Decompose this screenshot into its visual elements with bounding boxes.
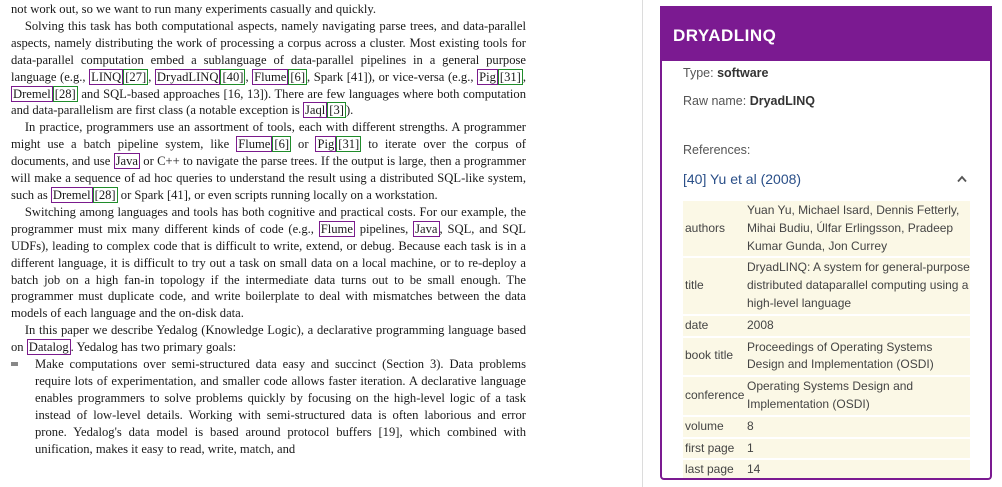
reference-field-value: 2008	[747, 315, 970, 336]
panel-title: DRYADLINQ	[662, 6, 990, 61]
paper-page: not work out, so we want to run many exp…	[0, 0, 640, 487]
reference-row: conference Operating Systems Design and I…	[683, 377, 970, 415]
text-run: , Spark [41]), or vice-versa (e.g.,	[307, 69, 478, 84]
reference-row: title DryadLINQ: A system for general-pur…	[683, 258, 970, 314]
text-run: or	[291, 137, 316, 152]
reference-field-value: DryadLINQ: A system for general-purpose …	[747, 258, 970, 314]
reference-field-name: last page	[683, 460, 747, 478]
entity-pig[interactable]: Pig	[477, 68, 498, 85]
citation-40[interactable]: [40]	[220, 68, 246, 85]
entity-java[interactable]: Java	[413, 220, 440, 237]
entity-dryadlinq[interactable]: DryadLINQ	[154, 68, 221, 85]
paragraph-3: Switching among languages and tools has …	[11, 204, 526, 322]
type-value: software	[717, 66, 769, 80]
reference-row: date 2008	[683, 315, 970, 336]
citation-31[interactable]: [31]	[336, 136, 362, 153]
entity-java[interactable]: Java	[113, 153, 140, 170]
paragraph-0: not work out, so we want to run many exp…	[11, 1, 526, 18]
text-run: not work out, so we want to run many exp…	[11, 2, 377, 16]
text-run: ).	[345, 103, 354, 118]
text-run: pipelines,	[354, 221, 414, 236]
reference-field-name: first page	[683, 438, 747, 459]
citation-27[interactable]: [27]	[123, 68, 149, 85]
entity-pig[interactable]: Pig	[315, 136, 337, 153]
citation-31[interactable]: [31]	[497, 68, 523, 85]
paper-text: not work out, so we want to run many exp…	[11, 0, 526, 457]
reference-row: volume 8	[683, 416, 970, 437]
entity-flume[interactable]: Flume	[252, 68, 289, 85]
entity-jaql[interactable]: Jaql	[303, 102, 328, 119]
paragraph-2: In practice, programmers use an assortme…	[11, 119, 526, 204]
text-run: . Yedalog has two primary goals:	[70, 340, 237, 355]
reference-field-value: 1	[747, 438, 970, 459]
citation-28[interactable]: [28]	[52, 85, 78, 102]
entity-dremel[interactable]: Dremel	[11, 85, 53, 102]
citation-28[interactable]: [28]	[92, 186, 118, 203]
reference-row: last page 14	[683, 460, 970, 478]
reference-field-name: title	[683, 258, 747, 314]
bullet-text: Make computations over semi-structured d…	[35, 357, 526, 456]
entity-linq[interactable]: LINQ	[89, 68, 124, 85]
entity-flume[interactable]: Flume	[236, 136, 273, 153]
reference-field-name: volume	[683, 416, 747, 437]
reference-row: book title Proceedings of Operating Syste…	[683, 337, 970, 376]
entity-datalog[interactable]: Datalog	[26, 339, 71, 356]
citation-3[interactable]: [3]	[327, 102, 346, 119]
reference-details-table: authors Yuan Yu, Michael Isard, Dennis Fe…	[683, 201, 970, 478]
reference-field-value: Proceedings of Operating Systems Design …	[747, 337, 970, 376]
reference-row: authors Yuan Yu, Michael Isard, Dennis Fe…	[683, 201, 970, 257]
reference-link[interactable]: [40] Yu et al (2008)	[683, 171, 801, 187]
entity-info-panel: DRYADLINQ Type: software Raw name: Dryad…	[660, 6, 992, 480]
reference-field-name: authors	[683, 201, 747, 257]
pane-divider[interactable]	[642, 0, 643, 487]
entity-raw-name: Raw name: DryadLINQ	[683, 94, 815, 108]
reference-field-value: 14	[747, 460, 970, 478]
text-run: or Spark [41], or even scripts running l…	[117, 187, 438, 202]
reference-row: first page 1	[683, 438, 970, 459]
reference-field-name: conference	[683, 377, 747, 415]
entity-dremel[interactable]: Dremel	[50, 186, 93, 203]
chevron-up-icon[interactable]	[957, 174, 967, 184]
citation-6[interactable]: [6]	[272, 136, 292, 153]
raw-name-value: DryadLINQ	[749, 94, 816, 108]
reference-field-name: date	[683, 315, 747, 336]
bullet-item: Make computations over semi-structured d…	[11, 356, 526, 457]
paragraph-1: Solving this task has both computational…	[11, 18, 527, 119]
text-run: , SQL, and SQL UDFs), leading to complex…	[11, 221, 526, 321]
raw-name-label: Raw name:	[683, 94, 747, 108]
reference-field-value: Yuan Yu, Michael Isard, Dennis Fetterly,…	[747, 201, 970, 257]
references-label: References:	[683, 143, 751, 157]
entity-flume[interactable]: Flume	[318, 220, 355, 237]
text-run: and SQL-based approaches [16, 13]). Ther…	[11, 86, 526, 118]
paragraph-4: In this paper we describe Yedalog (Knowl…	[11, 322, 526, 356]
citation-6[interactable]: [6]	[288, 68, 308, 85]
bullet-marker	[11, 362, 18, 367]
reference-field-name: book title	[683, 337, 747, 376]
type-label: Type:	[683, 66, 714, 80]
reference-field-value: Operating Systems Design and Implementat…	[747, 377, 970, 415]
entity-type: Type: software	[683, 66, 768, 80]
reference-field-value: 8	[747, 416, 970, 437]
